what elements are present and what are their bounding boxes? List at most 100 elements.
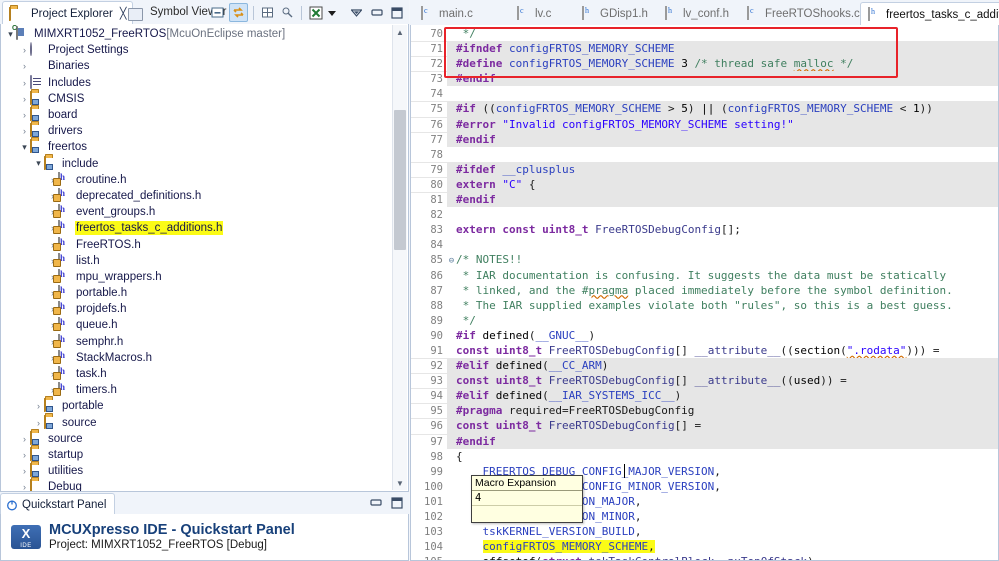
twisty-icon[interactable]: › <box>19 126 30 136</box>
tree-item-includes[interactable]: ›Includes <box>1 75 408 91</box>
dropdown-arrow-icon[interactable] <box>327 4 337 21</box>
code-line-96[interactable]: 96const uint8_t FreeRTOSDebugConfig[] = <box>411 418 998 433</box>
code-line-80[interactable]: 80extern "C" { <box>411 177 998 192</box>
minimize-icon[interactable] <box>369 496 382 509</box>
minimize-icon[interactable] <box>368 4 385 21</box>
code-line-79[interactable]: 79#ifdef __cplusplus <box>411 162 998 177</box>
twisty-icon[interactable]: ▾ <box>19 142 30 153</box>
twisty-icon[interactable]: › <box>19 434 30 444</box>
twisty-icon[interactable]: › <box>19 110 30 120</box>
tree-item-cmsis[interactable]: ›CMSIS <box>1 91 408 107</box>
twisty-icon[interactable]: › <box>19 482 30 492</box>
twisty-icon[interactable]: › <box>19 94 30 104</box>
code-line-72[interactable]: 72#define configFRTOS_MEMORY_SCHEME 3 /*… <box>411 56 998 71</box>
code-line-94[interactable]: 94#elif defined(__IAR_SYSTEMS_ICC__) <box>411 388 998 403</box>
tab-quickstart-panel[interactable]: Quickstart Panel <box>0 493 115 515</box>
tree-item-startup[interactable]: ›startup <box>1 447 408 463</box>
code-line-77[interactable]: 77#endif <box>411 132 998 147</box>
twisty-icon[interactable]: › <box>33 401 44 411</box>
tree-item-debug[interactable]: ›Debug <box>1 479 408 492</box>
tree-item-freertos-tasks-c-additions-h[interactable]: ›freertos_tasks_c_additions.h <box>1 220 408 236</box>
code-line-81[interactable]: 81#endif <box>411 192 998 207</box>
code-editor[interactable]: 70 */71#ifndef configFRTOS_MEMORY_SCHEME… <box>410 25 999 561</box>
code-line-70[interactable]: 70 */ <box>411 26 998 41</box>
code-line-86[interactable]: 86 * IAR documentation is confusing. It … <box>411 268 998 283</box>
tree-item-mimxrt1052-freertos[interactable]: ▾MIMXRT1052_FreeRTOS [McuOnEclipse maste… <box>1 26 408 42</box>
scrollbar-thumb[interactable] <box>394 110 406 250</box>
scroll-up-icon[interactable]: ▲ <box>393 25 407 39</box>
tree-item-mpu-wrappers-h[interactable]: ›mpu_wrappers.h <box>1 269 408 285</box>
filters-icon[interactable] <box>279 4 296 21</box>
code-line-90[interactable]: 90#if defined(__GNUC__) <box>411 328 998 343</box>
code-line-75[interactable]: 75#if ((configFRTOS_MEMORY_SCHEME > 5) |… <box>411 101 998 116</box>
code-line-103[interactable]: 103 tskKERNEL_VERSION_BUILD, <box>411 524 998 539</box>
editor-tab-main-c[interactable]: main.c <box>414 2 480 25</box>
project-tree-scrollbar[interactable]: ▲ ▼ <box>392 25 407 490</box>
tree-item-binaries[interactable]: ›Binaries <box>1 58 408 74</box>
tree-item-freertos-h[interactable]: ›FreeRTOS.h <box>1 236 408 252</box>
twisty-icon[interactable]: ▾ <box>33 158 44 169</box>
tree-item-freertos[interactable]: ▾freertos <box>1 139 408 155</box>
code-line-85[interactable]: 85⊖/* NOTES!! <box>411 252 998 267</box>
twisty-icon[interactable]: › <box>33 418 44 428</box>
code-line-104[interactable]: 104 configFRTOS_MEMORY_SCHEME, <box>411 539 998 554</box>
tree-item-project-settings[interactable]: ›Project Settings <box>1 42 408 58</box>
tree-item-timers-h[interactable]: ›timers.h <box>1 382 408 398</box>
twisty-icon[interactable]: › <box>19 45 30 55</box>
tree-item-semphr-h[interactable]: ›semphr.h <box>1 334 408 350</box>
tree-item-board[interactable]: ›board <box>1 107 408 123</box>
code-line-84[interactable]: 84 <box>411 237 998 252</box>
code-line-95[interactable]: 95#pragma required=FreeRTOSDebugConfig <box>411 403 998 418</box>
maximize-icon[interactable] <box>390 496 403 509</box>
code-line-88[interactable]: 88 * The IAR supplied examples violate b… <box>411 298 998 313</box>
tree-item-utilities[interactable]: ›utilities <box>1 463 408 479</box>
maximize-icon[interactable] <box>388 4 405 21</box>
scroll-down-icon[interactable]: ▼ <box>393 476 407 490</box>
editor-tab-gdisp1-h[interactable]: GDisp1.h <box>575 2 655 25</box>
code-line-73[interactable]: 73#endif <box>411 71 998 86</box>
mcuxpresso-icon[interactable] <box>307 4 324 21</box>
code-line-83[interactable]: 83extern const uint8_t FreeRTOSDebugConf… <box>411 222 998 237</box>
code-line-89[interactable]: 89 */ <box>411 313 998 328</box>
editor-tab-lv-conf-h[interactable]: lv_conf.h <box>658 2 736 25</box>
code-line-93[interactable]: 93const uint8_t FreeRTOSDebugConfig[] __… <box>411 373 998 388</box>
code-line-105[interactable]: 105 offsetof(struct tskTaskControlBlock,… <box>411 554 998 561</box>
code-line-97[interactable]: 97#endif <box>411 434 998 449</box>
tree-item-deprecated-definitions-h[interactable]: ›deprecated_definitions.h <box>1 188 408 204</box>
twisty-icon[interactable]: › <box>19 450 30 460</box>
code-line-98[interactable]: 98{ <box>411 449 998 464</box>
tree-item-stackmacros-h[interactable]: ›StackMacros.h <box>1 350 408 366</box>
project-tree[interactable]: ▾MIMXRT1052_FreeRTOS [McuOnEclipse maste… <box>0 24 409 492</box>
tree-item-event-groups-h[interactable]: ›event_groups.h <box>1 204 408 220</box>
twisty-icon[interactable]: › <box>19 61 30 71</box>
editor-tab-freertos-tasks-c-additions-h[interactable]: freertos_tasks_c_additions.h╳ <box>860 2 999 26</box>
tree-item-projdefs-h[interactable]: ›projdefs.h <box>1 301 408 317</box>
tree-item-portable[interactable]: ›portable <box>1 398 408 414</box>
tree-item-list-h[interactable]: ›list.h <box>1 253 408 269</box>
tree-item-source[interactable]: ›source <box>1 431 408 447</box>
collapse-all-icon[interactable] <box>209 4 226 21</box>
twisty-icon[interactable]: › <box>19 466 30 476</box>
editor-tab-freertoshooks-c[interactable]: FreeRTOShooks.c <box>740 2 867 25</box>
code-line-87[interactable]: 87 * linked, and the #pragma placed imme… <box>411 283 998 298</box>
code-line-71[interactable]: 71#ifndef configFRTOS_MEMORY_SCHEME <box>411 41 998 56</box>
editor-tab-lv-c[interactable]: lv.c <box>510 2 558 25</box>
tree-item-source[interactable]: ›source <box>1 415 408 431</box>
view-menu-icon[interactable] <box>348 4 365 21</box>
tree-item-task-h[interactable]: ›task.h <box>1 366 408 382</box>
tree-item-portable-h[interactable]: ›portable.h <box>1 285 408 301</box>
twisty-icon[interactable]: › <box>19 78 30 88</box>
code-line-82[interactable]: 82 <box>411 207 998 222</box>
tree-item-queue-h[interactable]: ›queue.h <box>1 317 408 333</box>
link-with-editor-icon[interactable] <box>229 3 248 22</box>
grid-layout-icon[interactable] <box>259 4 276 21</box>
code-line-76[interactable]: 76#error "Invalid configFRTOS_MEMORY_SCH… <box>411 117 998 132</box>
code-line-78[interactable]: 78 <box>411 147 998 162</box>
code-line-92[interactable]: 92#elif defined(__CC_ARM) <box>411 358 998 373</box>
tree-item-include[interactable]: ▾include <box>1 156 408 172</box>
tab-project-explorer[interactable]: Project Explorer ╳ <box>2 1 133 25</box>
tree-item-croutine-h[interactable]: ›croutine.h <box>1 172 408 188</box>
code-line-91[interactable]: 91const uint8_t FreeRTOSDebugConfig[] __… <box>411 343 998 358</box>
code-line-74[interactable]: 74 <box>411 86 998 101</box>
tree-item-drivers[interactable]: ›drivers <box>1 123 408 139</box>
